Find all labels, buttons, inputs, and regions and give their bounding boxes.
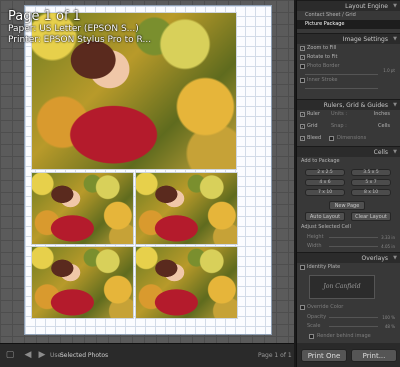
previous-page-icon[interactable]: ◀ [22,350,34,361]
width-slider[interactable] [329,246,378,247]
overlays-section: Identity Plate Jon Canfield Override Col… [297,263,400,343]
next-page-icon[interactable]: ▶ [36,350,48,361]
snap-select[interactable]: Cells [378,122,390,131]
render-behind-label: Render behind image [317,333,371,339]
scale-slider[interactable] [329,326,378,327]
photo-border-label: Photo Border [307,63,340,69]
render-behind-checkbox[interactable] [309,334,314,339]
cells-section: Add to Package 2 x 2.5 3.5 x 5 4 x 6 5 x… [297,157,400,252]
scale-value: 48 % [384,324,395,329]
dimensions-label: Dimensions [337,135,367,141]
contact-sheet-grid-option[interactable]: Contact Sheet / Grid [297,11,400,20]
cell-size-5x7-button[interactable]: 5 x 7 [351,179,391,186]
ruler-checkbox[interactable]: ✓ [300,112,305,117]
cell-size-3.5x5-button[interactable]: 3.5 x 5 [351,169,391,176]
identity-plate-checkbox[interactable] [300,265,305,270]
ruler-label: Ruler [307,111,320,117]
zoom-checkbox[interactable]: ✓ [300,46,305,51]
right-panel: Layout Engine ▼ Contact Sheet / Grid Pict… [296,0,400,343]
print-canvas: Page 1 of 1 Paper: US Letter (EPSON S...… [0,0,294,343]
units-select[interactable]: Inches [374,110,390,119]
clear-layout-button[interactable]: Clear Layout [351,212,391,221]
overlays-header[interactable]: Overlays ▼ [297,252,400,263]
inner-stroke-label: Inner Stroke [307,77,338,83]
height-slider[interactable] [329,237,378,238]
identity-plate-preview[interactable]: Jon Canfield [309,275,375,299]
opacity-value: 100 % [382,315,395,320]
paper-info-overlay: Paper: US Letter (EPSON S...) [8,24,139,34]
print-button[interactable]: Print... [351,349,397,362]
grid-label: Grid [307,123,318,129]
print-buttons: Print One Print... [296,343,400,367]
units-label: Units : [331,111,348,117]
use-selector[interactable]: Selected Photos [60,352,108,359]
rulers-header[interactable]: Rulers, Grid & Guides ▼ [297,99,400,110]
photo-cell-small-3[interactable] [31,246,134,319]
print-page [24,5,272,335]
rotate-label: Rotate to Fit [307,54,338,60]
add-to-package-label: Add to Package [301,158,340,164]
photo-border-checkbox[interactable] [300,64,305,69]
cell-size-8x10-button[interactable]: 8 x 10 [351,189,391,196]
height-value: 3.33 in [381,235,395,240]
inner-stroke-checkbox[interactable] [300,78,305,83]
layout-engine-header[interactable]: Layout Engine ▼ [297,0,400,11]
grid-checkbox[interactable]: ✓ [300,124,305,129]
photo-cell-small-2[interactable] [135,172,238,245]
dimensions-checkbox[interactable] [329,136,334,141]
print-one-button[interactable]: Print One [301,349,347,362]
border-value: 1.0 pt [383,68,395,73]
photo-cell-small-4[interactable] [135,246,238,319]
photo-cell-small-1[interactable] [31,172,134,245]
opacity-slider[interactable] [329,317,378,318]
image-settings-section: ✓ Zoom to Fill ✓ Rotate to Fit Photo Borde… [297,44,400,99]
cells-header[interactable]: Cells ▼ [297,146,400,157]
border-slider[interactable] [305,74,378,75]
lightroom-print-module: Page 1 of 1 Paper: US Letter (EPSON S...… [0,0,400,367]
width-value: 4.05 in [381,244,395,249]
stroke-slider[interactable] [305,88,378,89]
snap-label: Snap : [331,123,347,129]
zoom-label: Zoom to Fill [307,45,337,51]
rulers-section: ✓ Ruler Units : Inches ✓ Grid Snap : Cells ✓… [297,110,400,146]
cell-size-4x6-button[interactable]: 4 x 6 [305,179,345,186]
page-count-overlay: Page 1 of 1 [8,9,81,24]
identity-plate-label: Identity Plate [307,264,341,270]
override-color-checkbox[interactable] [300,305,305,310]
scale-label: Scale [307,323,321,329]
width-label: Width [307,243,322,249]
grid-view-icon[interactable]: ▢ [4,350,16,361]
new-page-button[interactable]: New Page [329,201,365,210]
bleed-label: Bleed [307,135,322,141]
image-settings-header[interactable]: Image Settings ▼ [297,33,400,44]
opacity-label: Opacity [307,314,327,320]
cell-size-2x2.5-button[interactable]: 2 x 2.5 [305,169,345,176]
override-color-label: Override Color [307,304,344,310]
print-toolbar: ▢ ◀ ▶ Use: Selected Photos Page 1 of 1 [0,343,294,367]
auto-layout-button[interactable]: Auto Layout [305,212,345,221]
cell-size-7x10-button[interactable]: 7 x 10 [305,189,345,196]
bleed-checkbox[interactable]: ✓ [300,136,305,141]
page-counter: Page 1 of 1 [258,352,292,359]
adjust-cell-label: Adjust Selected Cell [301,224,351,230]
printer-info-overlay: Printer: EPSON Stylus Pro to R... [8,35,152,45]
layout-engine-list: Contact Sheet / Grid Picture Package [297,11,400,33]
picture-package-option[interactable]: Picture Package [297,20,400,29]
rotate-checkbox[interactable]: ✓ [300,55,305,60]
height-label: Height [307,234,324,240]
